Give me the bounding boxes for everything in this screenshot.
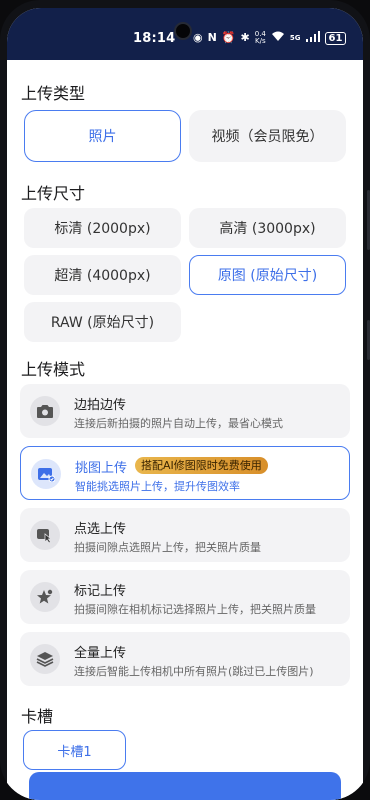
upload-type-video-label: 视频（会员限免） xyxy=(211,129,324,145)
status-time: 18:14 xyxy=(133,31,176,46)
upload-size-title: 上传尺寸 xyxy=(21,184,86,203)
card-slot-1-button[interactable]: 卡槽1 xyxy=(23,730,126,770)
phone-frame: 18:14 ◉ N ⏰ ✱ 0.4 K/s 5G 61 上传类型 照片 视频（会… xyxy=(0,0,370,800)
size-option-label: 超清 (4000px) xyxy=(54,268,151,284)
mode-title: 点选上传 xyxy=(74,522,127,537)
mode-title: 全量上传 xyxy=(74,646,127,661)
upload-type-title: 上传类型 xyxy=(21,84,86,103)
mode-mark-upload[interactable]: 标记上传 拍摄间隙在相机标记选择照片上传，把关照片质量 xyxy=(20,570,350,624)
mode-desc: 拍摄间隙点选照片上传，把关照片质量 xyxy=(74,541,261,554)
upload-settings-panel: 上传类型 照片 视频（会员限免） 上传尺寸 标清 (2000px) 高清 (30… xyxy=(7,60,363,800)
mode-shoot-and-upload[interactable]: 边拍边传 连接后新拍摄的照片自动上传，最省心模式 xyxy=(20,384,350,438)
mode-desc: 连接后新拍摄的照片自动上传，最省心模式 xyxy=(74,417,283,430)
network-type: 5G xyxy=(289,34,301,42)
battery-icon: 61 xyxy=(324,31,347,45)
net-speed: 0.4 K/s xyxy=(255,31,266,45)
front-camera xyxy=(174,22,192,40)
size-option-label: 高清 (3000px) xyxy=(219,221,316,237)
size-option-label: 原图 (原始尺寸) xyxy=(217,268,318,284)
size-option-label: RAW (原始尺寸) xyxy=(50,315,155,331)
screen: 18:14 ◉ N ⏰ ✱ 0.4 K/s 5G 61 上传类型 照片 视频（会… xyxy=(7,8,363,800)
confirm-button[interactable] xyxy=(29,772,341,800)
mode-title: 边拍边传 xyxy=(74,398,127,413)
size-option-original[interactable]: 原图 (原始尺寸) xyxy=(189,255,346,295)
status-icons: ◉ N ⏰ ✱ 0.4 K/s 5G 61 xyxy=(193,31,347,45)
mode-full-upload[interactable]: 全量上传 连接后智能上传相机中所有照片(跳过已上传图片) xyxy=(20,632,350,686)
alarm-icon: ⏰ xyxy=(221,31,236,44)
mode-desc: 拍摄间隙在相机标记选择照片上传，把关照片质量 xyxy=(74,603,316,616)
mode-pick-upload[interactable]: 挑图上传 搭配AI修图限时免费使用 智能挑选照片上传，提升传图效率 xyxy=(20,446,350,500)
upload-type-photo-label: 照片 xyxy=(88,129,117,145)
upload-type-video[interactable]: 视频（会员限免） xyxy=(189,110,346,162)
mode-desc: 连接后智能上传相机中所有照片(跳过已上传图片) xyxy=(74,665,314,678)
bluetooth-icon: ✱ xyxy=(240,31,250,44)
mode-desc: 智能挑选照片上传，提升传图效率 xyxy=(75,480,240,493)
status-bar: 18:14 ◉ N ⏰ ✱ 0.4 K/s 5G 61 xyxy=(7,8,363,60)
size-option-sd[interactable]: 标清 (2000px) xyxy=(24,208,181,248)
eye-icon: ◉ xyxy=(193,31,203,44)
nfc-icon: N xyxy=(207,31,217,44)
tap-select-icon xyxy=(30,520,60,550)
upload-type-photo[interactable]: 照片 xyxy=(24,110,181,162)
size-option-hd[interactable]: 高清 (3000px) xyxy=(189,208,346,248)
size-option-raw[interactable]: RAW (原始尺寸) xyxy=(24,302,181,342)
mode-select-upload[interactable]: 点选上传 拍摄间隙点选照片上传，把关照片质量 xyxy=(20,508,350,562)
image-check-icon xyxy=(31,459,61,489)
star-mark-icon xyxy=(30,582,60,612)
net-speed-unit: K/s xyxy=(255,37,266,45)
wifi-icon xyxy=(271,31,285,45)
ai-promo-badge: 搭配AI修图限时免费使用 xyxy=(135,457,268,474)
layers-icon xyxy=(30,644,60,674)
signal-icon xyxy=(305,31,320,45)
card-slot-title: 卡槽 xyxy=(21,707,54,726)
camera-icon xyxy=(30,396,60,426)
card-slot-1-label: 卡槽1 xyxy=(57,744,92,760)
mode-title: 标记上传 xyxy=(74,584,127,599)
upload-mode-title: 上传模式 xyxy=(21,360,86,379)
size-option-label: 标清 (2000px) xyxy=(54,221,151,237)
size-option-uhd[interactable]: 超清 (4000px) xyxy=(24,255,181,295)
mode-title: 挑图上传 xyxy=(75,461,128,476)
